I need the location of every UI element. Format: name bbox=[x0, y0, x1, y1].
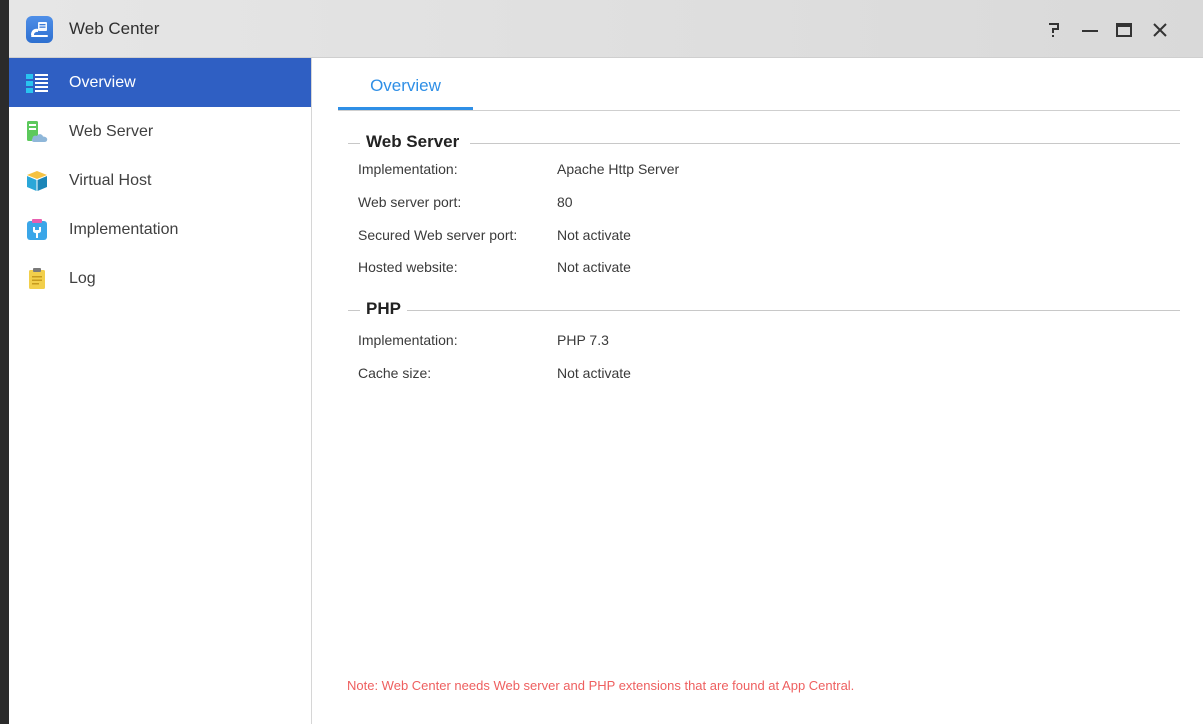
section-title: Web Server bbox=[366, 132, 466, 152]
sidebar-item-virtual-host[interactable]: Virtual Host bbox=[9, 156, 311, 205]
section-title: PHP bbox=[366, 299, 407, 319]
row-value: PHP 7.3 bbox=[557, 332, 609, 348]
app-title: Web Center bbox=[69, 19, 160, 38]
title-bar[interactable]: Web Center bbox=[9, 0, 1203, 58]
sidebar-item-log[interactable]: Log bbox=[9, 254, 311, 303]
main-content: Overview Web Server Implementation: Apac… bbox=[312, 58, 1203, 724]
sidebar-item-web-server[interactable]: Web Server bbox=[9, 107, 311, 156]
web-server-section-header: Web Server bbox=[348, 132, 1180, 154]
row-value: 80 bbox=[557, 194, 573, 210]
virtual-host-icon bbox=[25, 169, 49, 193]
tab-label: Overview bbox=[370, 76, 441, 95]
help-icon[interactable] bbox=[1044, 20, 1064, 40]
log-icon bbox=[25, 267, 49, 291]
tab-overview[interactable]: Overview bbox=[338, 58, 473, 110]
row-label: Implementation: bbox=[358, 161, 458, 177]
row-label: Implementation: bbox=[358, 332, 458, 348]
row-value: Not activate bbox=[557, 259, 631, 275]
sidebar-item-label: Log bbox=[69, 269, 96, 287]
implementation-icon bbox=[25, 218, 49, 242]
row-value: Not activate bbox=[557, 227, 631, 243]
php-section-header: PHP bbox=[348, 299, 1180, 321]
maximize-icon[interactable] bbox=[1114, 20, 1134, 40]
row-label: Secured Web server port: bbox=[358, 227, 518, 243]
row-value: Apache Http Server bbox=[557, 161, 680, 177]
tab-divider bbox=[338, 110, 1180, 111]
minimize-icon[interactable] bbox=[1080, 20, 1100, 40]
sidebar-item-label: Web Server bbox=[69, 122, 154, 140]
extensions-note: Note: Web Center needs Web server and PH… bbox=[347, 678, 855, 693]
close-icon[interactable] bbox=[1150, 20, 1170, 40]
web-center-app-icon bbox=[26, 16, 53, 43]
web-server-icon bbox=[25, 120, 49, 144]
row-label: Hosted website: bbox=[358, 259, 458, 275]
row-value: Not activate bbox=[557, 365, 631, 381]
overview-icon bbox=[25, 71, 49, 95]
row-label: Cache size: bbox=[358, 365, 432, 381]
sidebar: Overview Web Server Virtual Host Impleme… bbox=[9, 58, 312, 724]
sidebar-item-overview[interactable]: Overview bbox=[9, 58, 311, 107]
app-window: Web Center Overview Web Server Virtual H… bbox=[0, 0, 1203, 724]
sidebar-item-label: Implementation bbox=[69, 220, 179, 238]
sidebar-item-label: Virtual Host bbox=[69, 171, 152, 189]
sidebar-item-implementation[interactable]: Implementation bbox=[9, 205, 311, 254]
sidebar-item-label: Overview bbox=[69, 73, 136, 91]
row-label: Web server port: bbox=[358, 194, 462, 210]
